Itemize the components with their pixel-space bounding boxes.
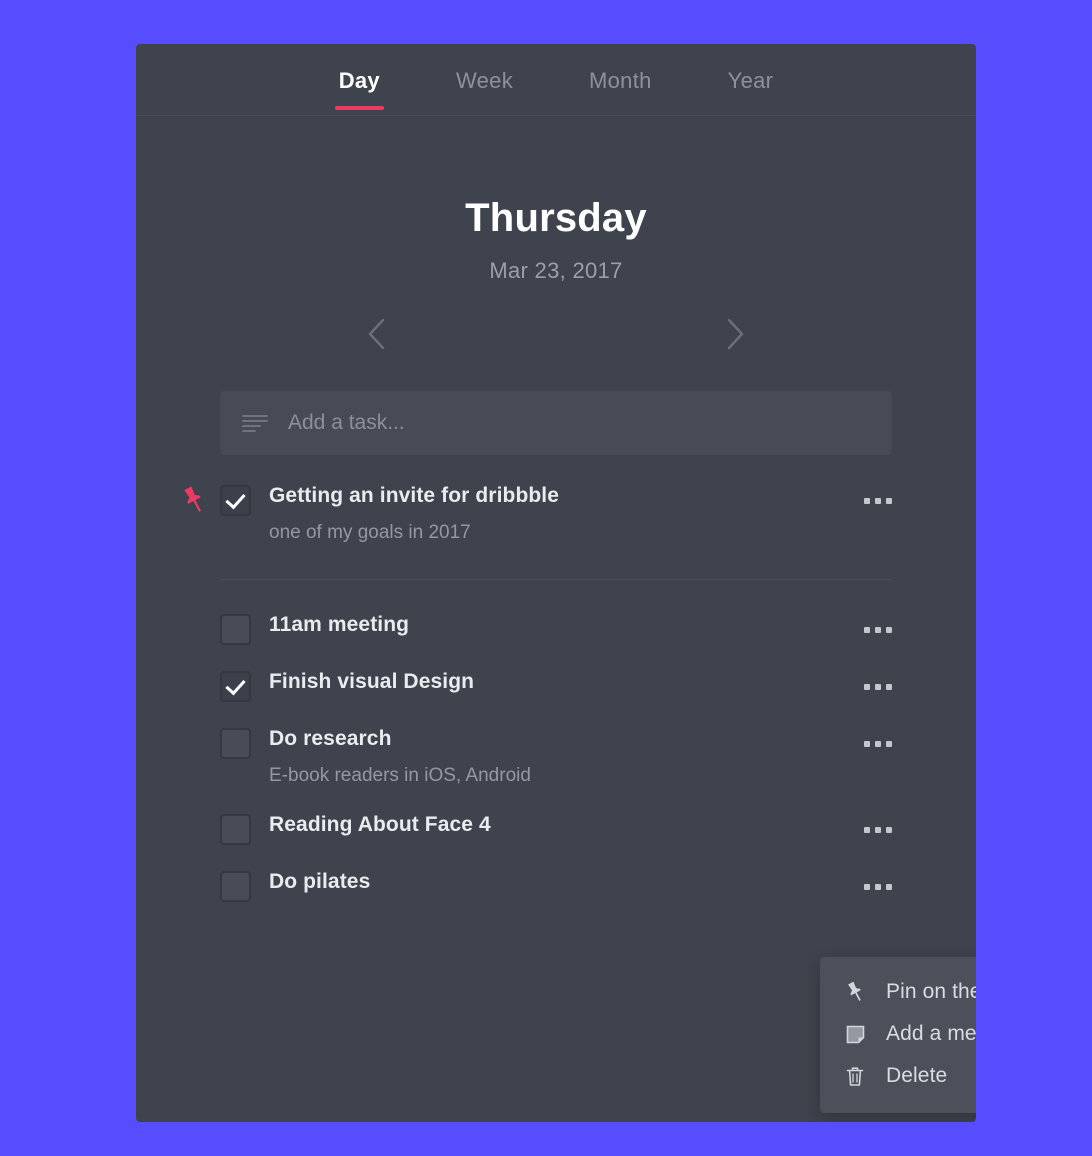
dot [886, 827, 892, 833]
task-row[interactable]: Getting an invite for dribbble one of my… [136, 469, 976, 557]
task-checkbox[interactable] [220, 485, 251, 516]
dot [875, 741, 881, 747]
task-memo: one of my goals in 2017 [269, 522, 471, 544]
dot [886, 498, 892, 504]
pinned-divider [220, 579, 892, 580]
dot [886, 884, 892, 890]
more-dots-icon[interactable] [858, 618, 892, 642]
menu-item-delete[interactable]: Delete [820, 1055, 976, 1097]
menu-item-label: Pin on the top [886, 980, 976, 1003]
task-title: 11am meeting [269, 613, 410, 636]
task-row[interactable]: Reading About Face 4 [136, 800, 976, 857]
dot [864, 627, 870, 633]
task-checkbox[interactable] [220, 728, 251, 759]
dot [886, 741, 892, 747]
task-title: Do research [269, 727, 392, 750]
dot [886, 627, 892, 633]
dot [864, 684, 870, 690]
task-context-menu: Pin on the top Add a memo [820, 957, 976, 1113]
task-memo: E-book readers in iOS, Android [269, 765, 531, 787]
task-text-block: Do pilates [269, 869, 858, 895]
task-title: Finish visual Design [269, 670, 475, 693]
memo-note-icon [842, 1022, 868, 1046]
dot [864, 741, 870, 747]
dot [875, 684, 881, 690]
pin-icon [842, 980, 868, 1004]
chevron-left-icon [368, 318, 385, 350]
task-checkbox[interactable] [220, 814, 251, 845]
dot [875, 884, 881, 890]
add-task-bar[interactable] [220, 391, 892, 455]
menu-item-label: Add a memo [886, 1022, 976, 1045]
tab-week[interactable]: Week [456, 68, 513, 110]
pin-icon [180, 485, 206, 515]
tab-day-label: Day [338, 68, 380, 93]
task-list: Getting an invite for dribbble one of my… [136, 469, 976, 914]
task-text-block: Do research E-book readers in iOS, Andro… [269, 726, 858, 788]
next-day-button[interactable] [714, 312, 754, 356]
more-dots-icon[interactable] [858, 675, 892, 699]
dot [875, 827, 881, 833]
more-dots-icon[interactable] [858, 818, 892, 842]
date-header: Thursday Mar 23, 2017 [136, 116, 976, 351]
list-lines-icon [242, 415, 268, 432]
task-text-block: Finish visual Design [269, 669, 858, 695]
task-text-block: Reading About Face 4 [269, 812, 858, 838]
task-title: Do pilates [269, 870, 371, 893]
dot [875, 498, 881, 504]
task-text-block: 11am meeting [269, 612, 858, 638]
current-date-block: Thursday Mar 23, 2017 [465, 196, 647, 284]
calendar-task-card: Day Week Month Year Thursday Mar 23, 201… [136, 44, 976, 1122]
dot [864, 827, 870, 833]
task-title: Getting an invite for dribbble [269, 484, 560, 507]
task-checkbox[interactable] [220, 614, 251, 645]
view-tabs: Day Week Month Year [136, 44, 976, 116]
task-row[interactable]: 11am meeting [136, 600, 976, 657]
day-name: Thursday [465, 195, 647, 240]
more-dots-icon[interactable] [858, 732, 892, 756]
dot [886, 684, 892, 690]
dot [864, 498, 870, 504]
task-row[interactable]: Do research E-book readers in iOS, Andro… [136, 714, 976, 800]
menu-item-pin-on-the-top[interactable]: Pin on the top [820, 971, 976, 1013]
menu-item-add-a-memo[interactable]: Add a memo [820, 1013, 976, 1055]
previous-day-button[interactable] [358, 312, 398, 356]
menu-item-label: Delete [886, 1064, 948, 1087]
task-checkbox[interactable] [220, 671, 251, 702]
task-text-block: Getting an invite for dribbble one of my… [269, 483, 858, 545]
task-checkbox[interactable] [220, 871, 251, 902]
task-title: Reading About Face 4 [269, 813, 491, 836]
dot [875, 627, 881, 633]
add-task-input[interactable] [286, 410, 870, 436]
more-dots-icon[interactable] [858, 489, 892, 513]
tab-month[interactable]: Month [589, 68, 652, 110]
more-dots-icon[interactable] [858, 875, 892, 899]
full-date: Mar 23, 2017 [489, 257, 623, 283]
dot [864, 884, 870, 890]
task-row[interactable]: Finish visual Design [136, 657, 976, 714]
chevron-right-icon [727, 318, 744, 350]
task-row[interactable]: Do pilates [136, 857, 976, 914]
trash-icon [842, 1064, 868, 1088]
tab-day[interactable]: Day [334, 68, 385, 110]
tab-week-label: Week [455, 68, 513, 93]
tab-month-label: Month [589, 68, 652, 93]
tab-year[interactable]: Year [728, 68, 774, 110]
tab-year-label: Year [727, 68, 774, 93]
